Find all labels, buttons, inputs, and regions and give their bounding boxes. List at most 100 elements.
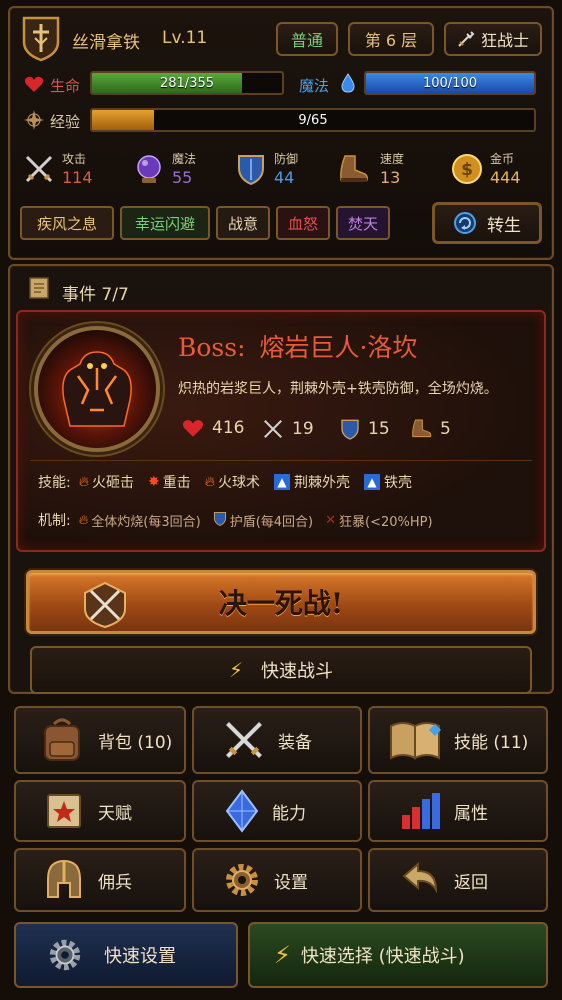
back-button[interactable]: 返回	[368, 848, 548, 912]
rebirth-button[interactable]: 转生	[432, 202, 542, 244]
boss-defense: 15	[340, 418, 390, 440]
quick-select-label: 快速选择 (快速战斗)	[300, 946, 465, 967]
floor-badge[interactable]: 第 6 层	[348, 22, 434, 56]
mercenary-button[interactable]: 佣兵	[14, 848, 186, 912]
floor-label: 第 6 层	[364, 31, 418, 50]
skills-label: 技能 (11)	[454, 732, 529, 753]
up-arrow-icon: ▲	[274, 474, 291, 490]
fire-icon: 🔥︎	[78, 474, 89, 490]
stat-speed-label: 速度	[380, 152, 405, 166]
buff-tag-fentian[interactable]: 焚天	[336, 206, 390, 240]
hp-label: 生命	[50, 77, 81, 95]
buff-tag-zhanyi[interactable]: 战意	[216, 206, 270, 240]
bar-chart-icon	[396, 791, 444, 831]
settings-button[interactable]: 设置	[192, 848, 362, 912]
rebirth-orb-icon	[453, 211, 477, 235]
mp-bar-text: 100/100	[422, 75, 477, 91]
attributes-button[interactable]: 属性	[368, 780, 548, 842]
stat-magic-value: 55	[172, 168, 193, 187]
stat-attack-label: 攻击	[62, 152, 87, 166]
mechanic-item: 护盾(每4回合)	[229, 514, 314, 530]
boss-attack: 19	[262, 418, 314, 440]
quick-fight-button[interactable]: ⚡︎ 快速战斗	[30, 646, 532, 694]
buff-tag-jifeng[interactable]: 疾风之息	[20, 206, 114, 240]
cross-icon: ✕	[325, 512, 337, 528]
helmet-icon	[40, 857, 88, 903]
boss-title: Boss: 熔岩巨人·洛坎	[178, 328, 417, 364]
buff-tag-fentian-label: 焚天	[347, 214, 378, 233]
fire-icon: 🔥︎	[204, 474, 216, 490]
boot-icon	[410, 418, 432, 440]
crossed-swords-icon	[22, 152, 56, 186]
ability-label: 能力	[272, 803, 306, 824]
mechanic-item: 狂暴(<20%HP)	[339, 514, 433, 530]
fire-icon: 🔥︎	[78, 512, 89, 528]
stat-attack-value: 114	[62, 168, 93, 187]
stat-defense: 防御 44	[234, 148, 334, 192]
equip-label: 装备	[278, 732, 312, 753]
quick-select-button[interactable]: ⚡︎ 快速选择 (快速战斗)	[248, 922, 548, 988]
talent-label: 天赋	[98, 803, 132, 824]
quick-settings-button[interactable]: 快速设置	[14, 922, 238, 988]
quick-settings-label: 快速设置	[104, 946, 176, 967]
gear-icon	[218, 860, 266, 900]
blue-crystal-icon	[220, 789, 264, 833]
heart-icon	[24, 74, 44, 94]
boss-description: 炽热的岩浆巨人，荆棘外壳+铁壳防御，全场灼烧。	[178, 381, 498, 397]
stat-speed-value: 13	[380, 168, 401, 187]
lightning-icon: ⚡︎	[274, 941, 291, 969]
buff-tag-xingyun[interactable]: 幸运闪避	[120, 206, 210, 240]
mp-bar: 100/100	[364, 71, 536, 95]
class-label: 狂战士	[480, 31, 529, 50]
gear-icon	[46, 936, 84, 974]
boss-prefix: Boss:	[178, 333, 246, 362]
ability-button[interactable]: 能力	[192, 780, 362, 842]
skill-item: 荆棘外壳	[294, 475, 351, 491]
bag-button[interactable]: 背包 (10)	[14, 706, 186, 774]
settings-label: 设置	[274, 872, 308, 893]
boss-speed: 5	[410, 418, 451, 440]
stat-speed: 速度 13	[336, 148, 436, 192]
class-badge[interactable]: 狂战士	[444, 22, 542, 56]
attributes-label: 属性	[454, 803, 488, 824]
gold-coin-icon: $	[450, 152, 484, 186]
up-arrow-icon: ▲	[364, 474, 381, 490]
return-arrow-icon	[396, 862, 444, 898]
back-label: 返回	[454, 872, 488, 893]
buff-tag-xuenu[interactable]: 血怒	[276, 206, 330, 240]
stat-gold-label: 金币	[490, 152, 515, 166]
boss-divider	[30, 460, 532, 461]
boss-hp-value: 416	[212, 418, 245, 438]
mp-label: 魔法	[299, 77, 330, 95]
buff-tag-jifeng-label: 疾风之息	[36, 214, 97, 233]
equip-button[interactable]: 装备	[192, 706, 362, 774]
shield-icon	[213, 511, 227, 530]
buff-tag-xuenu-label: 血怒	[287, 214, 318, 233]
player-level: Lv.11	[162, 28, 208, 48]
spellbook-icon	[386, 718, 446, 762]
crossed-swords-icon	[218, 718, 270, 762]
skill-item: 火球术	[218, 475, 261, 491]
shield-icon	[234, 152, 268, 186]
crystal-orb-icon	[132, 152, 166, 186]
fight-button[interactable]: 决一死战!	[26, 570, 536, 634]
stat-attack: 攻击 114	[22, 148, 122, 192]
stat-magic-label: 魔法	[172, 152, 197, 166]
skills-label: 技能:	[38, 475, 71, 491]
quick-fight-label: 快速战斗	[261, 661, 334, 682]
skill-item: 重击	[162, 475, 191, 491]
boss-portrait	[34, 326, 160, 452]
crossed-swords-emblem-icon	[79, 579, 131, 631]
mercenary-label: 佣兵	[98, 872, 132, 893]
boss-mechanics-row: 机制: 🔥︎ 全体灼烧(每3回合) 护盾(每4回合) ✕ 狂暴(<20%HP)	[38, 510, 433, 530]
skills-button[interactable]: 技能 (11)	[368, 706, 548, 774]
lightning-icon: ⚡︎	[228, 658, 244, 682]
difficulty-badge[interactable]: 普通	[276, 22, 338, 56]
skill-item: 火砸击	[92, 475, 134, 491]
svg-text:$: $	[461, 160, 473, 180]
boot-icon	[336, 152, 370, 186]
xp-bar-text: 9/65	[298, 112, 328, 128]
stat-defense-label: 防御	[274, 152, 299, 166]
talent-button[interactable]: 天赋	[14, 780, 186, 842]
mechanic-item: 全体灼烧(每3回合)	[91, 514, 201, 530]
